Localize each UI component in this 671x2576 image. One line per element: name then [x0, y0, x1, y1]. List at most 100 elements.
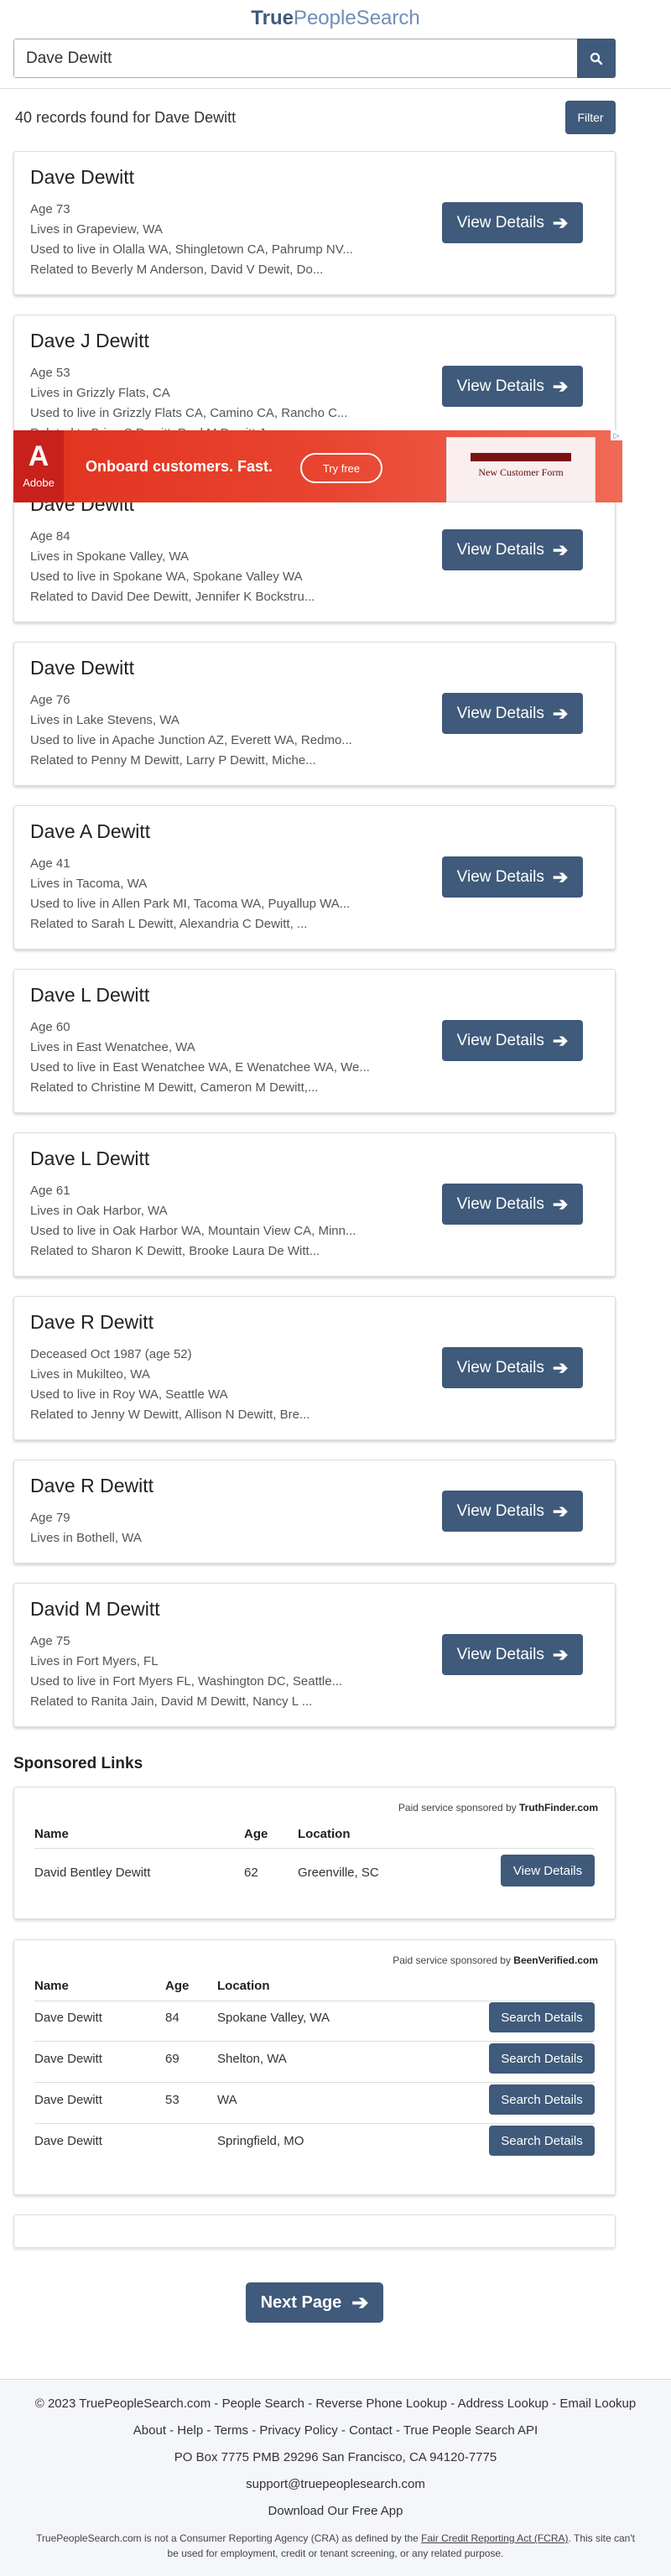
- record-name[interactable]: Dave R Dewitt: [30, 1475, 153, 1497]
- view-details-button[interactable]: View Details ➔: [442, 529, 583, 570]
- record-card[interactable]: Dave R Dewitt Age 79 Lives in Bothell, W…: [13, 1460, 616, 1564]
- footer: © 2023 TruePeopleSearch.com - People Sea…: [0, 2379, 671, 2576]
- record-age: Age 73: [30, 202, 70, 216]
- sponsor-brand[interactable]: BeenVerified.com: [513, 1954, 598, 1966]
- arrow-right-icon: ➔: [552, 1193, 569, 1215]
- footer-links-secondary[interactable]: About - Help - Terms - Privacy Policy - …: [0, 2423, 671, 2438]
- sponsored-name: Dave Dewitt: [34, 2093, 102, 2107]
- table-rule: [34, 2082, 595, 2083]
- record-related-to: Related to Christine M Dewitt, Cameron M…: [30, 1080, 319, 1095]
- record-name[interactable]: Dave J Dewitt: [30, 330, 149, 352]
- sponsor-brand[interactable]: TruthFinder.com: [519, 1802, 598, 1814]
- view-details-button[interactable]: View Details ➔: [442, 693, 583, 734]
- fcra-link[interactable]: Fair Credit Reporting Act (FCRA): [421, 2532, 568, 2544]
- column-header-location: Location: [298, 1827, 351, 1841]
- view-details-button[interactable]: View Details ➔: [442, 202, 583, 243]
- view-details-button[interactable]: View Details ➔: [442, 1491, 583, 1532]
- sponsored-view-details-button[interactable]: View Details: [501, 1855, 595, 1886]
- record-card[interactable]: Dave R Dewitt Deceased Oct 1987 (age 52)…: [13, 1296, 616, 1440]
- record-card[interactable]: Dave L Dewitt Age 60 Lives in East Wenat…: [13, 969, 616, 1113]
- search-details-button[interactable]: Search Details: [489, 2002, 595, 2032]
- view-details-button[interactable]: View Details ➔: [442, 366, 583, 407]
- record-lives-in: Lives in Lake Stevens, WA: [30, 713, 179, 727]
- footer-email[interactable]: support@truepeoplesearch.com: [0, 2477, 671, 2491]
- logo-rest-text: PeopleSearch: [293, 7, 420, 29]
- search-details-button[interactable]: Search Details: [489, 2126, 595, 2156]
- view-details-label: View Details: [456, 540, 544, 559]
- next-page-button[interactable]: Next Page ➔: [246, 2282, 383, 2323]
- column-header-age: Age: [244, 1827, 268, 1841]
- record-related-to: Related to Ranita Jain, David M Dewitt, …: [30, 1694, 313, 1709]
- footer-links-primary[interactable]: © 2023 TruePeopleSearch.com - People Sea…: [0, 2396, 671, 2411]
- sponsored-age: 69: [165, 2052, 179, 2066]
- sponsor-credit-prefix: Paid service sponsored by: [398, 1802, 519, 1814]
- sponsored-name: Dave Dewitt: [34, 2011, 102, 2025]
- sponsored-age: 53: [165, 2093, 179, 2107]
- column-header-name: Name: [34, 1979, 69, 1993]
- disclaimer-text-a: TruePeopleSearch.com is not a Consumer R…: [36, 2532, 422, 2544]
- record-lives-in: Lives in Grizzly Flats, CA: [30, 386, 170, 400]
- record-name[interactable]: David M Dewitt: [30, 1598, 160, 1621]
- sponsored-name: Dave Dewitt: [34, 2134, 102, 2148]
- record-card[interactable]: Dave L Dewitt Age 61 Lives in Oak Harbor…: [13, 1132, 616, 1277]
- record-card[interactable]: Dave Dewitt Age 76 Lives in Lake Stevens…: [13, 642, 616, 786]
- next-page-label: Next Page: [260, 2292, 342, 2312]
- footer-app-link[interactable]: Download Our Free App: [0, 2504, 671, 2518]
- filter-button[interactable]: Filter: [565, 101, 616, 134]
- sponsored-age: 84: [165, 2011, 179, 2025]
- ad-banner[interactable]: A Adobe Onboard customers. Fast. Try fre…: [13, 430, 622, 502]
- view-details-label: View Details: [456, 377, 544, 395]
- view-details-button[interactable]: View Details ➔: [442, 1347, 583, 1388]
- record-used-to-live: Used to live in East Wenatchee WA, E Wen…: [30, 1060, 370, 1075]
- arrow-right-icon: ➔: [552, 1643, 569, 1665]
- record-card[interactable]: Dave Dewitt Age 73 Lives in Grapeview, W…: [13, 151, 616, 295]
- adobe-logo: A Adobe: [13, 430, 64, 502]
- record-related-to: Related to Penny M Dewitt, Larry P Dewit…: [30, 753, 316, 768]
- view-details-button[interactable]: View Details ➔: [442, 1184, 583, 1225]
- record-name[interactable]: Dave Dewitt: [30, 657, 134, 679]
- search-input[interactable]: [14, 39, 577, 77]
- sponsor-credit: Paid service sponsored by TruthFinder.co…: [398, 1802, 598, 1814]
- search-button[interactable]: [577, 39, 616, 78]
- record-card[interactable]: Dave A Dewitt Age 41 Lives in Tacoma, WA…: [13, 805, 616, 950]
- view-details-label: View Details: [456, 867, 544, 886]
- ad-cta-button[interactable]: Try free: [300, 453, 382, 483]
- sponsor-credit-prefix: Paid service sponsored by: [393, 1954, 514, 1966]
- adchoices-icon[interactable]: ▷: [611, 430, 622, 440]
- arrow-right-icon: ➔: [552, 375, 569, 397]
- arrow-right-icon: ➔: [552, 1356, 569, 1378]
- site-logo[interactable]: TruePeopleSearch: [0, 0, 671, 34]
- search-details-button[interactable]: Search Details: [489, 2084, 595, 2115]
- sponsored-title: Sponsored Links: [13, 1755, 143, 1772]
- record-related-to: Related to David Dee Dewitt, Jennifer K …: [30, 590, 315, 604]
- view-details-label: View Details: [456, 1358, 544, 1376]
- column-header-name: Name: [34, 1827, 69, 1841]
- record-age: Age 60: [30, 1020, 70, 1034]
- view-details-button[interactable]: View Details ➔: [442, 856, 583, 898]
- record-name[interactable]: Dave Dewitt: [30, 166, 134, 189]
- record-used-to-live: Used to live in Grizzly Flats CA, Camino…: [30, 406, 348, 420]
- record-name[interactable]: Dave A Dewitt: [30, 820, 150, 843]
- sponsor-credit: Paid service sponsored by BeenVerified.c…: [393, 1954, 598, 1966]
- sponsored-location: Spokane Valley, WA: [217, 2011, 330, 2025]
- record-related-to: Related to Jenny W Dewitt, Allison N Dew…: [30, 1408, 310, 1422]
- record-name[interactable]: Dave L Dewitt: [30, 984, 149, 1007]
- arrow-right-icon: ➔: [552, 866, 569, 887]
- view-details-button[interactable]: View Details ➔: [442, 1634, 583, 1675]
- footer-disclaimer: TruePeopleSearch.com is not a Consumer R…: [0, 2531, 671, 2561]
- sponsored-location: WA: [217, 2093, 237, 2107]
- search-details-button[interactable]: Search Details: [489, 2043, 595, 2074]
- record-name[interactable]: Dave R Dewitt: [30, 1311, 153, 1334]
- table-rule: [34, 2041, 595, 2042]
- record-name[interactable]: Dave L Dewitt: [30, 1147, 149, 1170]
- record-related-to: Related to Sharon K Dewitt, Brooke Laura…: [30, 1244, 320, 1258]
- record-related-to: Related to Sarah L Dewitt, Alexandria C …: [30, 917, 308, 931]
- record-lives-in: Lives in Oak Harbor, WA: [30, 1204, 168, 1218]
- record-used-to-live: Used to live in Oak Harbor WA, Mountain …: [30, 1224, 356, 1238]
- sponsored-location: Springfield, MO: [217, 2134, 304, 2148]
- view-details-button[interactable]: View Details ➔: [442, 1020, 583, 1061]
- ad-preview-title: New Customer Form: [478, 466, 564, 478]
- record-age: Age 75: [30, 1634, 70, 1648]
- record-card[interactable]: David M Dewitt Age 75 Lives in Fort Myer…: [13, 1583, 616, 1727]
- sponsored-name: Dave Dewitt: [34, 2052, 102, 2066]
